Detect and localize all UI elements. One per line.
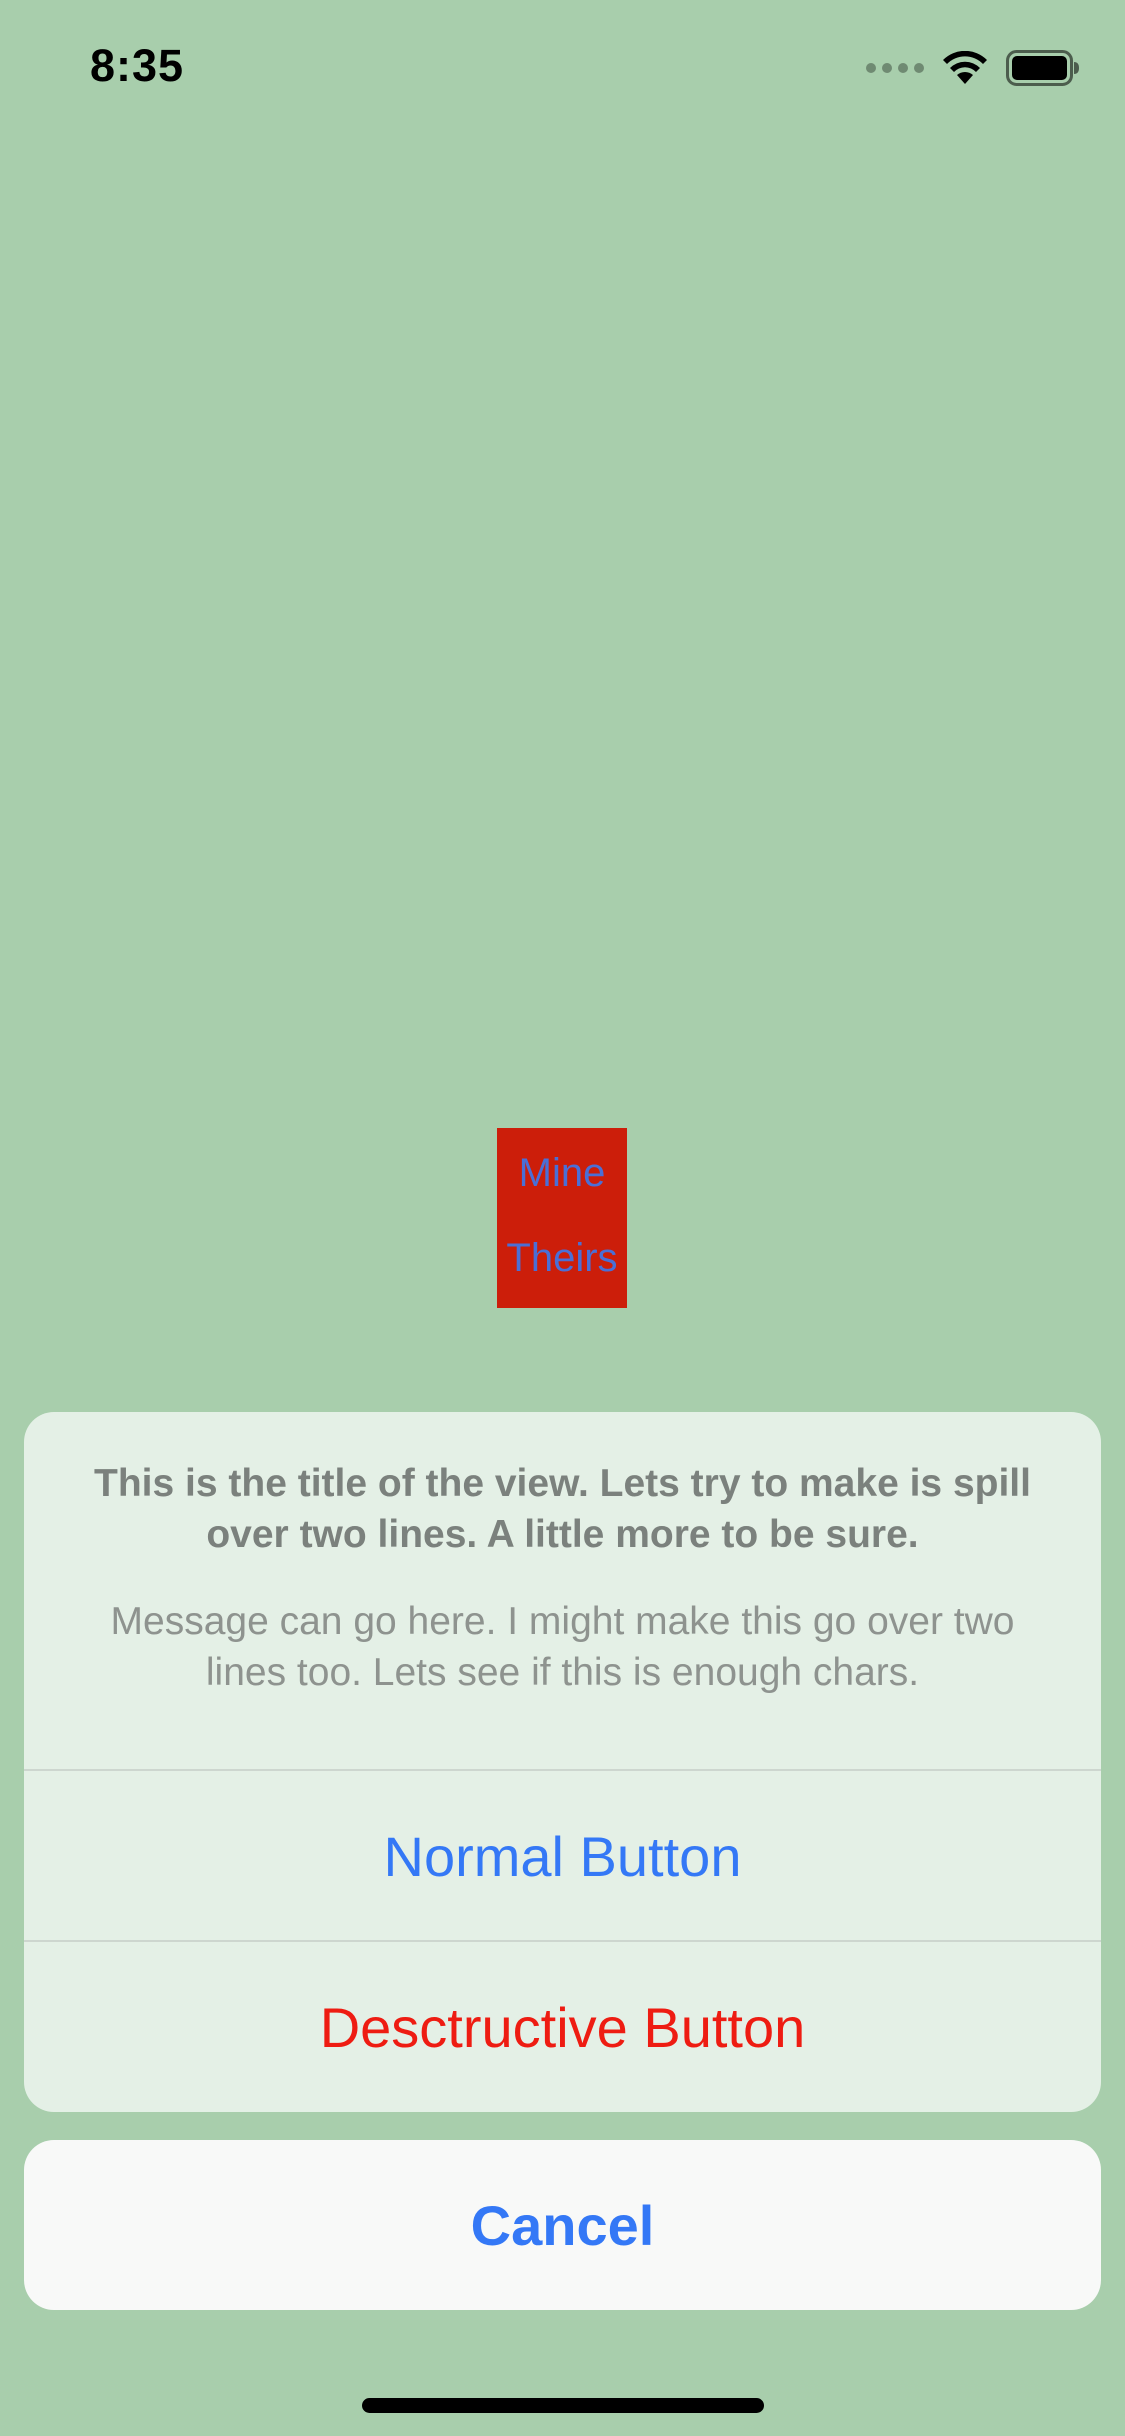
cancel-button[interactable]: Cancel [24, 2140, 1101, 2310]
status-bar: 8:35 [0, 0, 1125, 140]
destructive-button[interactable]: Desctructive Button [24, 1942, 1101, 2112]
status-time: 8:35 [90, 40, 185, 91]
action-sheet-header: This is the title of the view. Lets try … [24, 1412, 1101, 1769]
action-sheet-title: This is the title of the view. Lets try … [94, 1462, 1031, 1556]
cellular-signal-icon [866, 63, 924, 73]
wifi-icon [942, 51, 988, 85]
mine-theirs-picker[interactable]: Mine Theirs [497, 1128, 627, 1308]
action-sheet: This is the title of the view. Lets try … [24, 1412, 1101, 2112]
home-indicator[interactable] [362, 2398, 764, 2413]
picker-item-theirs[interactable]: Theirs [497, 1228, 627, 1288]
battery-icon [1006, 50, 1080, 86]
status-icons [866, 50, 1080, 86]
action-sheet-message: Message can go here. I might make this g… [110, 1600, 1015, 1694]
picker-item-mine[interactable]: Mine [497, 1143, 627, 1203]
normal-button[interactable]: Normal Button [24, 1771, 1101, 1941]
